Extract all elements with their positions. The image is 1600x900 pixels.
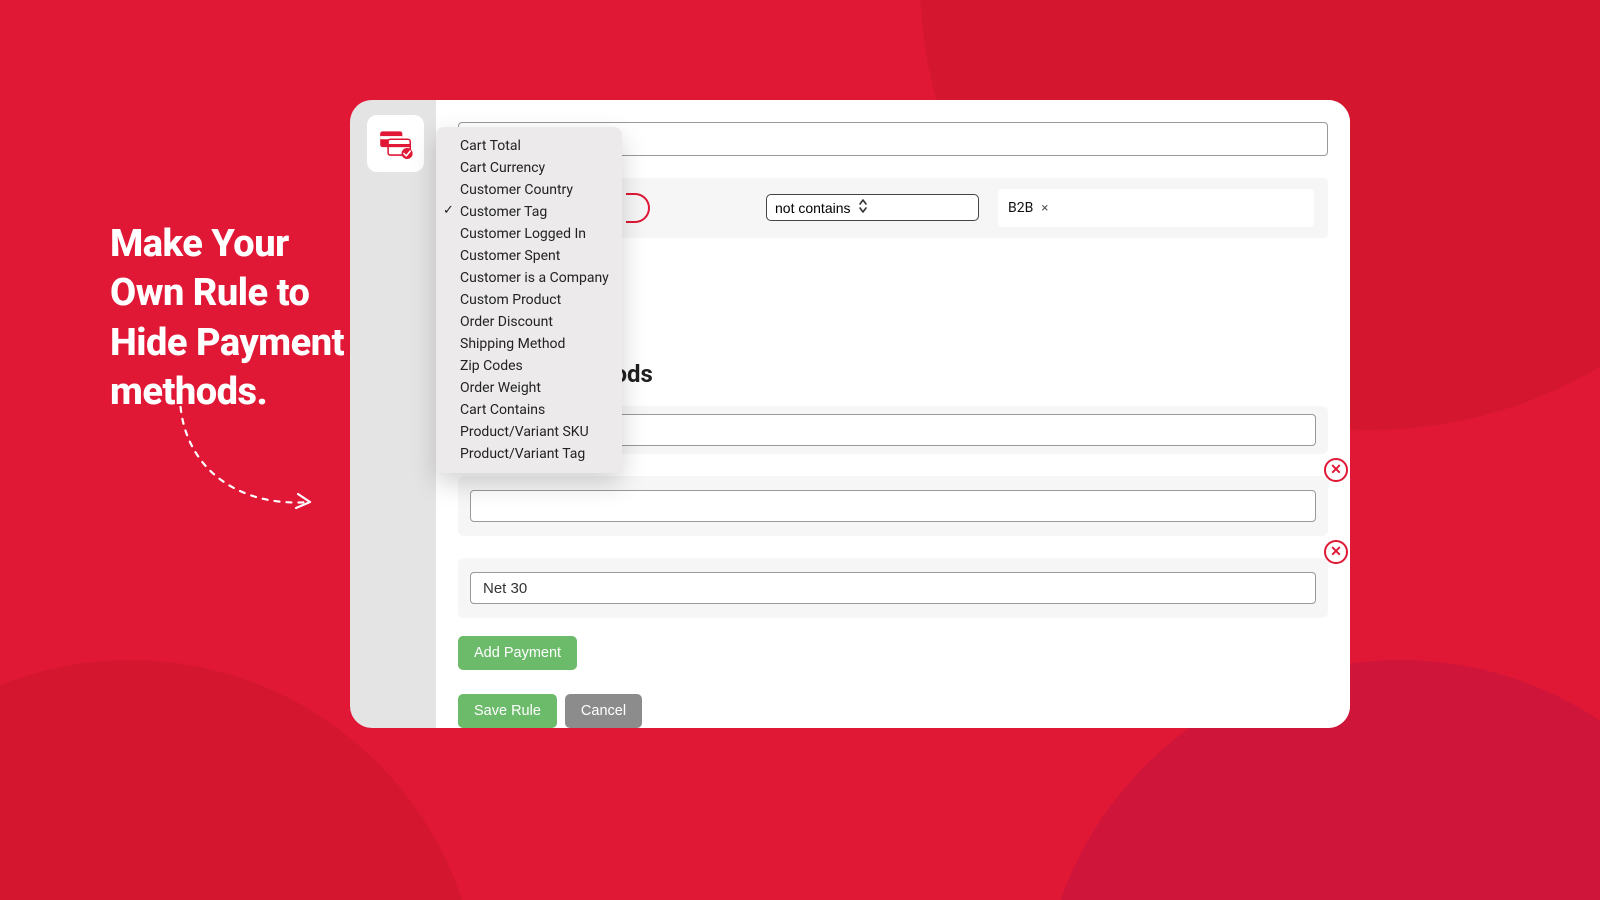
dropdown-item[interactable]: Customer Country	[436, 179, 622, 201]
dropdown-item[interactable]: Cart Contains	[436, 399, 622, 421]
payment-input[interactable]	[470, 490, 1316, 522]
dropdown-item-label: Customer Tag	[460, 204, 547, 220]
add-payment-button[interactable]: Add Payment	[458, 636, 577, 670]
settings-panel: B2B × hods Cart TotalCart CurrencyCustom…	[350, 100, 1350, 728]
payment-row: ✕	[458, 558, 1328, 618]
dropdown-item[interactable]: Product/Variant SKU	[436, 421, 622, 443]
close-icon: ✕	[1330, 544, 1342, 560]
dropdown-item-label: Shipping Method	[460, 336, 565, 352]
promo-headline: Make Your Own Rule to Hide Payment metho…	[110, 220, 370, 418]
dropdown-item[interactable]: Customer Spent	[436, 245, 622, 267]
condition-field-pill-edge	[626, 193, 650, 223]
dropdown-item[interactable]: ✓ Customer Tag	[436, 201, 622, 223]
dropdown-item[interactable]: Product/Variant Tag	[436, 443, 622, 465]
dropdown-item[interactable]: Customer Logged In	[436, 223, 622, 245]
dropdown-item[interactable]: Cart Currency	[436, 157, 622, 179]
dropdown-item-label: Customer Country	[460, 182, 573, 198]
cancel-button[interactable]: Cancel	[565, 694, 642, 728]
dropdown-item[interactable]: Shipping Method	[436, 333, 622, 355]
dropdown-item-label: Customer is a Company	[460, 270, 609, 286]
tag-input-area[interactable]: B2B ×	[998, 189, 1314, 227]
condition-field-dropdown[interactable]: Cart Total Cart Currency Customer Country ✓…	[436, 127, 622, 473]
remove-payment-button[interactable]: ✕	[1324, 540, 1348, 564]
tag-chip[interactable]: B2B ×	[1008, 200, 1048, 216]
panel-content: B2B × hods Cart TotalCart CurrencyCustom…	[436, 100, 1350, 728]
remove-tag-icon[interactable]: ×	[1041, 201, 1048, 216]
stage: Make Your Own Rule to Hide Payment metho…	[0, 0, 1600, 900]
dropdown-item-label: Cart Total	[460, 138, 521, 154]
dropdown-item[interactable]: Order Weight	[436, 377, 622, 399]
dropdown-item-label: Custom Product	[460, 292, 561, 308]
app-logo-icon	[367, 115, 424, 172]
dropdown-item-label: Product/Variant Tag	[460, 446, 585, 462]
dropdown-item-label: Cart Contains	[460, 402, 545, 418]
tag-chip-label: B2B	[1008, 200, 1033, 216]
dropdown-item[interactable]: Zip Codes	[436, 355, 622, 377]
save-rule-button[interactable]: Save Rule	[458, 694, 557, 728]
dropdown-item[interactable]: Cart Total	[436, 135, 622, 157]
remove-payment-button[interactable]: ✕	[1324, 458, 1348, 482]
dropdown-item[interactable]: Customer is a Company	[436, 267, 622, 289]
dropdown-item-label: Cart Currency	[460, 160, 545, 176]
dropdown-item-label: Customer Spent	[460, 248, 560, 264]
dropdown-item-label: Product/Variant SKU	[460, 424, 589, 440]
check-icon: ✓	[443, 203, 454, 218]
dropdown-item-label: Order Discount	[460, 314, 553, 330]
payment-input[interactable]	[470, 572, 1316, 604]
payment-row: ✕	[458, 476, 1328, 536]
operator-select[interactable]	[766, 194, 979, 221]
close-icon: ✕	[1330, 462, 1342, 478]
dropdown-item-label: Customer Logged In	[460, 226, 586, 242]
dropdown-item-label: Order Weight	[460, 380, 541, 396]
dropdown-item[interactable]: Custom Product	[436, 289, 622, 311]
dropdown-item[interactable]: Order Discount	[436, 311, 622, 333]
dropdown-item-label: Zip Codes	[460, 358, 523, 374]
